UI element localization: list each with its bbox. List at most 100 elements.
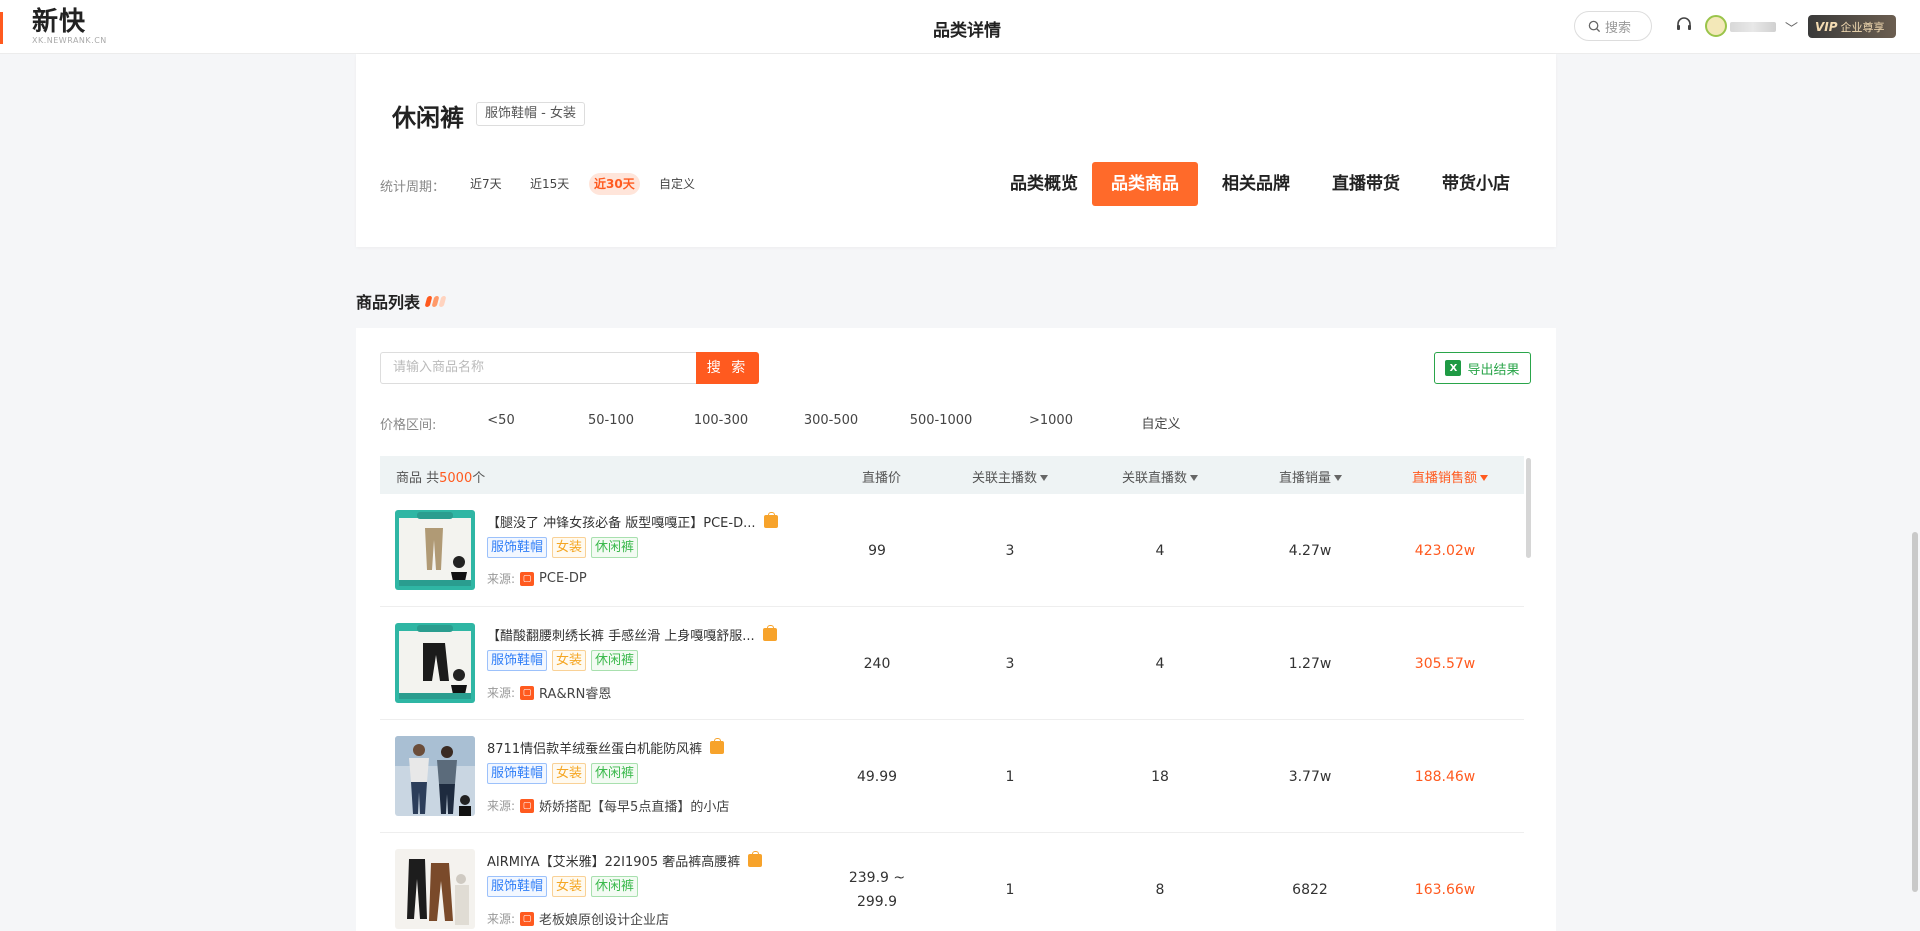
price-range-label: 价格区间: bbox=[380, 418, 437, 433]
username-blurred[interactable] bbox=[1730, 22, 1776, 32]
column-lives-sort[interactable]: 关联直播数 bbox=[1122, 467, 1198, 486]
table-row[interactable]: 【醋酸翻腰刺绣长裤 手感丝滑 上身嘎嘎舒服... 服饰鞋帽 女装 休闲裤 来源:… bbox=[380, 607, 1524, 720]
product-name[interactable]: AIRMIYA【艾米雅】22I1905 奢品裤高腰裤 bbox=[487, 851, 763, 870]
live-price: 99 bbox=[868, 542, 886, 559]
live-sales: 1.27w bbox=[1288, 655, 1332, 672]
source-shop-name[interactable]: RA&RN睿恩 bbox=[539, 683, 611, 702]
tag-subcategory: 女装 bbox=[552, 650, 587, 671]
table-row[interactable]: 【腿没了 冲锋女孩必备 版型嘎嘎正】PCE-D... 服饰鞋帽 女装 休闲裤 来… bbox=[380, 494, 1524, 607]
tag-category: 服饰鞋帽 bbox=[487, 876, 548, 897]
top-search-button[interactable]: 搜索 bbox=[1574, 11, 1652, 41]
price-option-lt50[interactable]: <50 bbox=[456, 413, 546, 428]
product-name-text: 【醋酸翻腰刺绣长裤 手感丝滑 上身嘎嘎舒服... bbox=[487, 629, 755, 644]
tab-related-brands[interactable]: 相关品牌 bbox=[1206, 162, 1306, 206]
export-label: 导出结果 bbox=[1467, 362, 1520, 378]
source-shop-name[interactable]: 娇娇搭配【每早5点直播】的小店 bbox=[539, 796, 729, 815]
product-image[interactable] bbox=[395, 736, 475, 816]
price-option-gt1000[interactable]: >1000 bbox=[1006, 413, 1096, 428]
column-anchors-sort[interactable]: 关联主播数 bbox=[972, 467, 1048, 486]
anchor-count: 3 bbox=[1005, 542, 1015, 559]
price-option-50-100[interactable]: 50-100 bbox=[566, 413, 656, 428]
shopping-bag-icon bbox=[748, 851, 763, 867]
section-title-text: 商品列表 bbox=[356, 293, 421, 312]
live-revenue: 305.57w bbox=[1414, 655, 1476, 672]
source-shop-name[interactable]: 老板娘原创设计企业店 bbox=[539, 909, 669, 928]
period-30d[interactable]: 近30天 bbox=[589, 173, 640, 195]
tab-live-selling[interactable]: 直播带货 bbox=[1316, 162, 1416, 206]
live-price: 240 bbox=[863, 655, 891, 672]
shopping-bag-icon bbox=[763, 512, 778, 528]
source-label: 来源: bbox=[487, 912, 516, 926]
period-15d[interactable]: 近15天 bbox=[525, 173, 574, 195]
product-image[interactable] bbox=[395, 623, 475, 703]
top-search-label: 搜索 bbox=[1605, 20, 1632, 36]
tag-category: 服饰鞋帽 bbox=[487, 537, 548, 558]
live-price: 239.9 ~ 299.9 bbox=[822, 833, 932, 931]
column-sales-sort[interactable]: 直播销量 bbox=[1279, 467, 1342, 486]
table-row[interactable]: 8711情侣款羊绒蚕丝蛋白机能防风裤 服饰鞋帽 女装 休闲裤 来源: ▢ 娇娇搭… bbox=[380, 720, 1524, 833]
shop-icon: ▢ bbox=[520, 911, 535, 926]
headset-icon[interactable] bbox=[1675, 16, 1693, 34]
category-name: 休闲裤 bbox=[392, 104, 464, 132]
price-range-high: 299.9 bbox=[856, 893, 898, 910]
live-revenue: 188.46w bbox=[1414, 768, 1476, 785]
product-tags: 服饰鞋帽 女装 休闲裤 bbox=[487, 537, 639, 558]
tag-type: 休闲裤 bbox=[591, 537, 639, 558]
product-name[interactable]: 【腿没了 冲锋女孩必备 版型嘎嘎正】PCE-D... bbox=[487, 512, 778, 531]
price-option-100-300[interactable]: 100-300 bbox=[676, 413, 766, 428]
search-button[interactable]: 搜 索 bbox=[696, 352, 759, 384]
price-option-500-1000[interactable]: 500-1000 bbox=[896, 413, 986, 428]
tab-category-overview[interactable]: 品类概览 bbox=[994, 162, 1094, 206]
anchor-count: 1 bbox=[1005, 768, 1015, 785]
shop-icon: ▢ bbox=[520, 685, 535, 700]
tag-category: 服饰鞋帽 bbox=[487, 650, 548, 671]
product-source: 来源: ▢ PCE-DP bbox=[487, 570, 587, 587]
table-row[interactable]: AIRMIYA【艾米雅】22I1905 奢品裤高腰裤 服饰鞋帽 女装 休闲裤 来… bbox=[380, 833, 1524, 931]
tag-subcategory: 女装 bbox=[552, 763, 587, 784]
product-image[interactable] bbox=[395, 510, 475, 590]
product-tags: 服饰鞋帽 女装 休闲裤 bbox=[487, 763, 639, 784]
period-7d[interactable]: 近7天 bbox=[465, 173, 507, 195]
column-revenue-sort[interactable]: 直播销售额 bbox=[1412, 467, 1488, 486]
tag-type: 休闲裤 bbox=[591, 876, 639, 897]
source-shop-name[interactable]: PCE-DP bbox=[539, 571, 587, 586]
shop-icon: ▢ bbox=[520, 798, 535, 813]
decor-dots bbox=[424, 295, 447, 307]
product-name[interactable]: 8711情侣款羊绒蚕丝蛋白机能防风裤 bbox=[487, 738, 725, 757]
page-scrollbar[interactable] bbox=[1912, 532, 1918, 892]
live-revenue: 163.66w bbox=[1414, 881, 1476, 898]
avatar[interactable] bbox=[1705, 15, 1727, 37]
product-image[interactable] bbox=[395, 849, 475, 929]
table-scrollbar[interactable] bbox=[1526, 458, 1531, 558]
shop-icon: ▢ bbox=[520, 571, 535, 586]
source-label: 来源: bbox=[487, 572, 516, 586]
product-source: 来源: ▢ 老板娘原创设计企业店 bbox=[487, 909, 669, 928]
tag-type: 休闲裤 bbox=[591, 650, 639, 671]
product-source: 来源: ▢ 娇娇搭配【每早5点直播】的小店 bbox=[487, 796, 729, 815]
vip-badge[interactable]: VIP 企业尊享 bbox=[1808, 15, 1896, 38]
anchor-count: 1 bbox=[1005, 881, 1015, 898]
chevron-down-icon[interactable]: ﹀ bbox=[1785, 18, 1798, 37]
category-header-card: 休闲裤 服饰鞋帽 - 女装 统计周期： 近7天 近15天 近30天 自定义 品类… bbox=[356, 54, 1556, 247]
tab-category-products[interactable]: 品类商品 bbox=[1092, 162, 1198, 206]
anchor-count: 3 bbox=[1005, 655, 1015, 672]
product-source: 来源: ▢ RA&RN睿恩 bbox=[487, 683, 611, 702]
column-product: 商品 共5000个 bbox=[396, 467, 485, 486]
product-name[interactable]: 【醋酸翻腰刺绣长裤 手感丝滑 上身嘎嘎舒服... bbox=[487, 625, 777, 644]
product-search-input[interactable]: 请输入商品名称 bbox=[380, 352, 696, 384]
category-path-tag: 服饰鞋帽 - 女装 bbox=[476, 102, 585, 126]
live-sales: 6822 bbox=[1292, 881, 1328, 898]
top-bar: 新快 XK.NEWRANK.CN 品类详情 搜索 ﹀ VIP 企业尊享 bbox=[0, 0, 1920, 54]
product-name-text: 8711情侣款羊绒蚕丝蛋白机能防风裤 bbox=[487, 742, 703, 757]
tag-subcategory: 女装 bbox=[552, 537, 587, 558]
period-custom[interactable]: 自定义 bbox=[654, 173, 700, 195]
product-list-card: 请输入商品名称 搜 索 X 导出结果 价格区间: <50 50-100 100-… bbox=[356, 328, 1556, 931]
product-name-text: AIRMIYA【艾米雅】22I1905 奢品裤高腰裤 bbox=[487, 855, 741, 870]
search-icon bbox=[1588, 20, 1601, 32]
source-label: 来源: bbox=[487, 799, 516, 813]
section-title: 商品列表 bbox=[356, 289, 447, 313]
export-button[interactable]: X 导出结果 bbox=[1434, 352, 1531, 384]
price-option-300-500[interactable]: 300-500 bbox=[786, 413, 876, 428]
price-option-custom[interactable]: 自定义 bbox=[1116, 413, 1206, 432]
tab-shops[interactable]: 带货小店 bbox=[1426, 162, 1526, 206]
